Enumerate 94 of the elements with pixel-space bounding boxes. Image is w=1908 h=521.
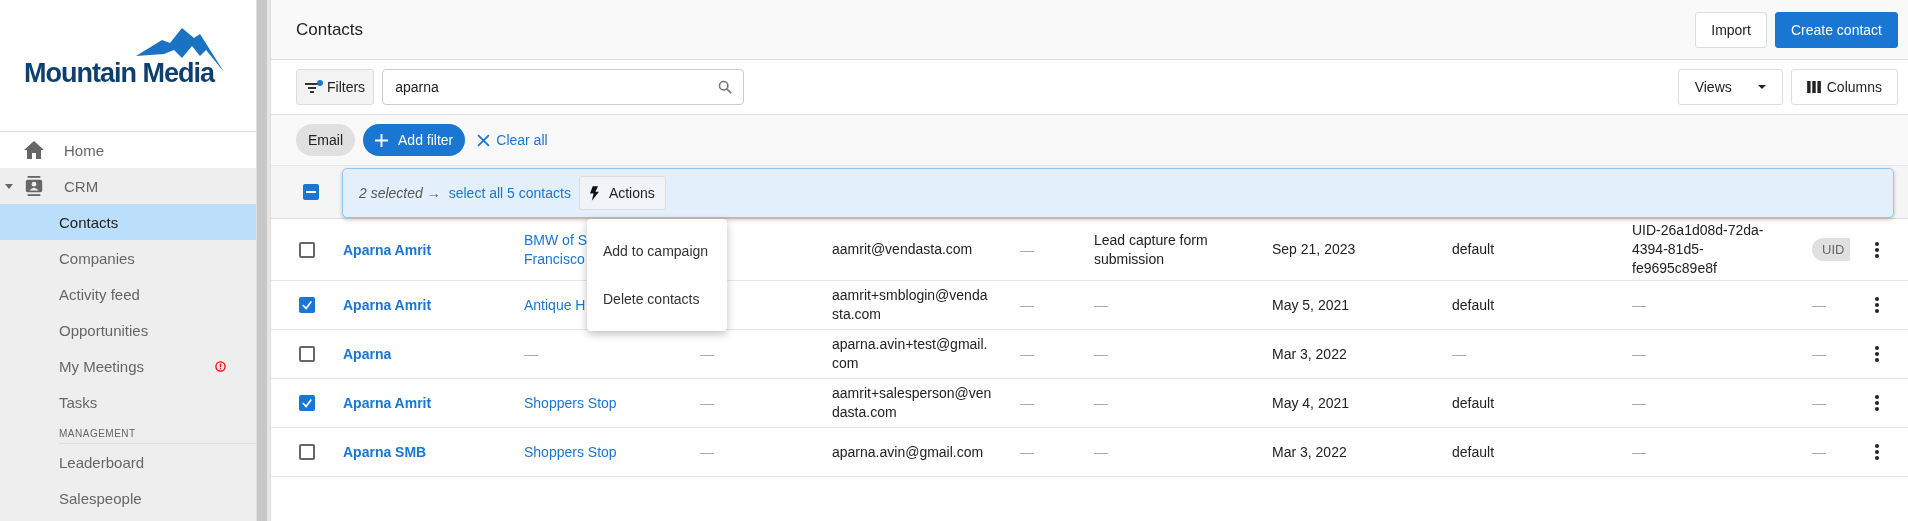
table-cell-text: aamrit@vendasta.com — [832, 240, 974, 259]
row-checkbox[interactable] — [299, 241, 315, 258]
table-cell-text: aparna.avin@gmail.com — [832, 442, 985, 462]
table-cell: May 5, 2021 — [1272, 295, 1350, 315]
nav-item[interactable]: Tasks — [0, 384, 256, 420]
plus-icon — [375, 133, 388, 147]
table-cell: — — [1020, 395, 1034, 411]
row-checkbox[interactable] — [299, 346, 315, 362]
table-cell: — — [700, 444, 714, 460]
table-cell-text: UID-26a1d08d-72da-4394-81d5-fe9695c89e8f — [1632, 221, 1765, 278]
table-cell: — — [1094, 297, 1108, 313]
table-cell: — — [1632, 297, 1646, 313]
nav-item[interactable]: Salespeople — [0, 480, 256, 516]
table-cell: default — [1452, 295, 1495, 315]
table-cell: Mar 3, 2022 — [1272, 442, 1347, 462]
actions-button[interactable]: Actions — [578, 176, 666, 210]
more-options-icon[interactable] — [1875, 241, 1879, 258]
table-cell: — — [1020, 444, 1034, 460]
nav-item[interactable]: Companies — [0, 240, 256, 276]
more-options-icon[interactable] — [1875, 297, 1879, 313]
logo-text: Mountain Media — [24, 58, 214, 89]
row-checkbox[interactable] — [299, 444, 315, 460]
table-cell: — — [1632, 346, 1646, 362]
lightning-icon — [589, 185, 599, 201]
close-icon — [477, 133, 491, 147]
clear-all-link[interactable]: Clear all — [473, 132, 552, 148]
table-cell: — — [524, 346, 538, 362]
company-link[interactable]: Shoppers Stop — [524, 393, 617, 413]
create-button[interactable]: Create contact — [1774, 11, 1898, 48]
company-link[interactable]: Shoppers Stop — [524, 442, 617, 462]
table-cell: — — [1632, 444, 1646, 460]
table-cell-text: Lead capture form submission — [1094, 230, 1209, 269]
table-cell: — — [1094, 444, 1108, 460]
nav-item[interactable]: Leaderboard — [0, 444, 256, 480]
menu-item[interactable]: Delete contacts — [587, 275, 727, 323]
table-cell: — — [1812, 297, 1826, 313]
select-all-checkbox[interactable] — [303, 184, 319, 200]
contact-name-link[interactable]: Aparna SMB — [343, 444, 427, 460]
table-cell: — — [1020, 241, 1034, 258]
table-cell: default — [1452, 393, 1495, 413]
table-cell: — — [1020, 297, 1034, 313]
nav-item[interactable]: Home — [0, 132, 256, 168]
table-cell: default — [1452, 240, 1495, 259]
table-cell: — — [1812, 395, 1826, 411]
search-icon — [718, 80, 733, 94]
tag-chip: UID — [1812, 238, 1851, 261]
table-cell: — — [1812, 444, 1826, 460]
filters-button[interactable]: Filters — [296, 69, 375, 105]
selection-count: 2 selected → — [359, 185, 441, 201]
menu-item[interactable]: Add to campaign — [587, 227, 727, 275]
nav-item[interactable]: Contacts — [0, 204, 256, 240]
select-all-link[interactable]: select all 5 contacts — [448, 185, 571, 201]
table-cell: — — [1632, 395, 1646, 411]
table-cell: Mar 3, 2022 — [1272, 344, 1347, 364]
more-options-icon[interactable] — [1875, 395, 1879, 411]
scrollbar[interactable] — [257, 0, 270, 521]
nav-item[interactable]: My Meetings — [0, 348, 256, 384]
contact-name-link[interactable]: Aparna Amrit — [343, 395, 432, 411]
columns-button[interactable]: Columns — [1790, 69, 1898, 105]
table-cell: — — [1094, 346, 1108, 362]
company-link[interactable]: BMW of S Francisco — [524, 230, 587, 269]
nav-item[interactable]: Activity feed — [0, 276, 256, 312]
company-link[interactable]: Antique H — [524, 295, 586, 315]
table-cell: — — [1812, 346, 1826, 362]
filter-chip[interactable]: Email — [296, 124, 355, 156]
table-cell: — — [1020, 346, 1034, 362]
row-checkbox[interactable] — [299, 297, 315, 313]
table-cell: Sep 21, 2023 — [1272, 240, 1356, 259]
search-field[interactable]: aparna — [382, 69, 745, 105]
table-cell-text: aparna.avin+test@gmail.com — [832, 335, 989, 373]
contact-name-link[interactable]: Aparna Amrit — [343, 241, 432, 258]
more-options-icon[interactable] — [1875, 444, 1879, 460]
table-cell: — — [1452, 346, 1466, 362]
section-heading: MANAGEMENT — [59, 428, 256, 444]
table-cell: — — [700, 346, 714, 362]
contact-name-link[interactable]: Aparna Amrit — [343, 297, 432, 313]
table-cell: May 4, 2021 — [1272, 393, 1350, 413]
home-icon — [24, 140, 44, 160]
more-options-icon[interactable] — [1875, 346, 1879, 362]
table-cell-text: aamrit+smblogin@vendasta.com — [832, 286, 989, 324]
contact-name-link[interactable]: Aparna — [343, 346, 392, 362]
nav-item[interactable]: Opportunities — [0, 312, 256, 348]
table-cell: default — [1452, 442, 1495, 462]
page-title: Contacts — [296, 19, 364, 40]
views-dropdown[interactable]: Views — [1677, 69, 1783, 105]
table-cell: — — [1094, 395, 1108, 411]
table-cell-text: aamrit+salesperson@vendasta.com — [832, 384, 993, 422]
add-filter-button[interactable]: Add filter — [363, 124, 466, 156]
row-checkbox[interactable] — [299, 395, 315, 411]
import-button[interactable]: Import — [1695, 11, 1767, 48]
columns-icon — [1806, 81, 1821, 93]
contact-card-icon — [24, 176, 44, 196]
table-cell: — — [700, 395, 714, 411]
caret-icon — [1757, 85, 1766, 89]
